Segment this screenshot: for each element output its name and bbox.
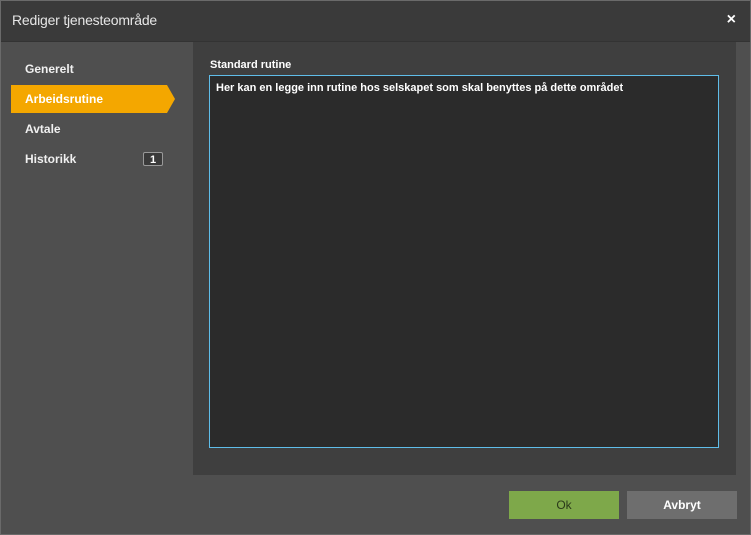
sidebar-item-label: Arbeidsrutine [25,92,104,106]
sidebar-item-label: Avtale [25,122,61,136]
standard-routine-textarea[interactable]: Her kan en legge inn rutine hos selskape… [209,75,719,448]
standard-routine-label: Standard rutine [210,59,292,71]
sidebar-item-historikk[interactable]: Historikk 1 [11,145,167,173]
dialog-titlebar: Rediger tjenesteområde × [1,1,750,42]
ok-button[interactable]: Ok [509,491,619,519]
sidebar-item-avtale[interactable]: Avtale [11,115,167,143]
count-badge: 1 [143,152,163,166]
close-icon[interactable]: × [727,11,736,29]
cancel-button[interactable]: Avbryt [627,491,737,519]
edit-service-area-dialog: Rediger tjenesteområde × Generelt Arbeid… [0,0,751,535]
sidebar-item-generelt[interactable]: Generelt [11,55,167,83]
dialog-title: Rediger tjenesteområde [12,12,158,28]
main-panel: Standard rutine Her kan en legge inn rut… [193,42,736,475]
sidebar-item-label: Generelt [25,62,74,76]
sidebar-item-label: Historikk [25,152,77,166]
sidebar: Generelt Arbeidsrutine Avtale Historikk … [1,42,191,482]
sidebar-item-arbeidsrutine[interactable]: Arbeidsrutine [11,85,175,113]
